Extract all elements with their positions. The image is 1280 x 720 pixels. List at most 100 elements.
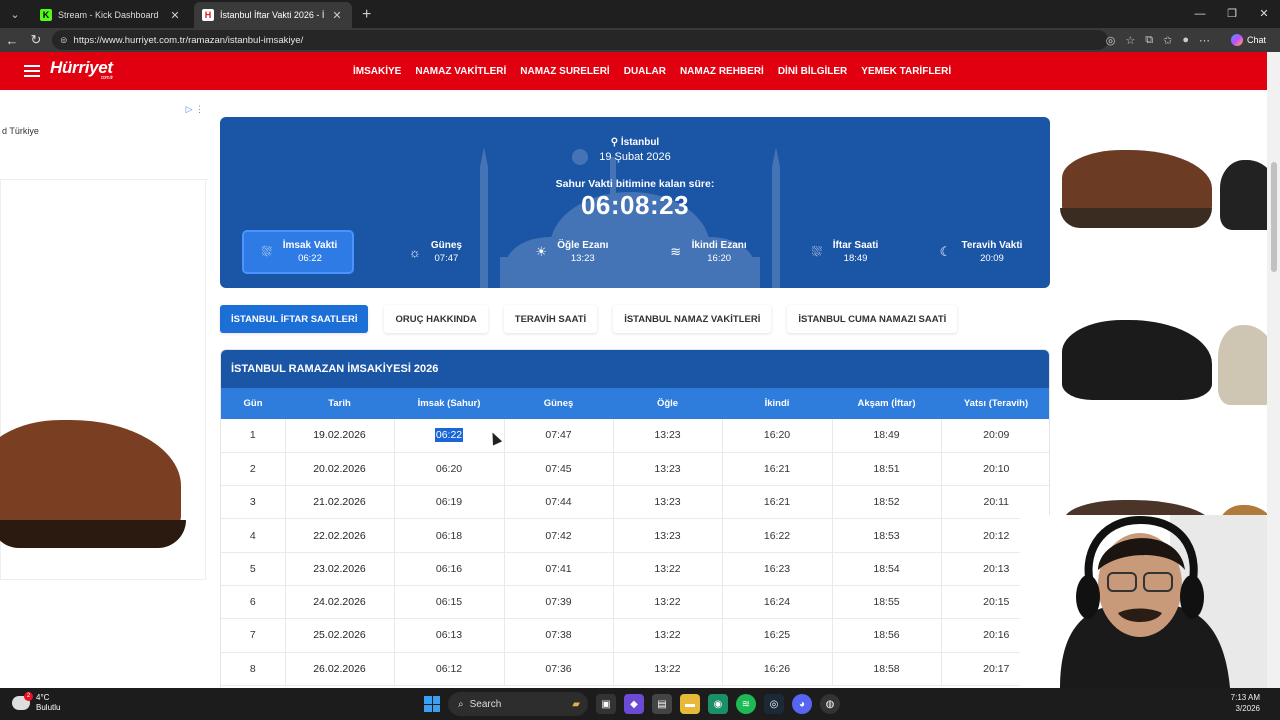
tab-iftar-saatleri[interactable]: İSTANBUL İFTAR SAATLERİ xyxy=(220,305,369,333)
discord-icon[interactable]: ◕ xyxy=(792,694,812,714)
table-row: 8 26.02.2026 06:12 07:36 13:22 16:26 18:58 20:1… xyxy=(221,652,1049,686)
prayer-time-ogle[interactable]: ☀ Öğle Ezanı 13:23 xyxy=(517,232,625,272)
hurriyet-logo[interactable]: Hürriyet com.tr xyxy=(50,59,113,81)
edge-icon[interactable]: ◉ xyxy=(708,694,728,714)
cell-ikindi: 16:22 xyxy=(722,518,833,553)
favorite-icon[interactable]: ☆ xyxy=(1125,34,1135,47)
restore-icon[interactable]: ❐ xyxy=(1216,0,1248,28)
nav-namaz-rehberi[interactable]: NAMAZ REHBERİ xyxy=(680,66,764,77)
prayer-time-imsak[interactable]: ⛆ İmsak Vakti 06:22 xyxy=(244,232,352,272)
cell-value: 19.02.2026 xyxy=(313,429,366,442)
cell-value: 06:12 xyxy=(435,662,463,675)
cell-gun: 7 xyxy=(221,618,286,653)
copilot-app-icon[interactable]: ◆ xyxy=(624,694,644,714)
nav-dini-bilgiler[interactable]: DİNİ BİLGİLER xyxy=(778,66,847,77)
tab-hurriyet[interactable]: H İstanbul İftar Vakti 2026 - İstanbul ✕ xyxy=(194,2,352,28)
scrollbar-thumb[interactable] xyxy=(1271,162,1277,272)
minimize-icon[interactable]: — xyxy=(1184,0,1216,28)
tab-namaz-vakitleri[interactable]: İSTANBUL NAMAZ VAKİTLERİ xyxy=(613,305,772,333)
sunrise-icon: ⛆ xyxy=(261,244,272,259)
prayer-name: İkindi Ezanı xyxy=(691,240,747,251)
copilot-chat-button[interactable]: Chat xyxy=(1225,31,1272,49)
cell-ikindi: 16:26 xyxy=(722,652,833,686)
cell-aksam: 18:54 xyxy=(832,552,942,586)
countdown-label: Sahur Vakti bitimine kalan süre: xyxy=(555,178,715,190)
profile-icon[interactable]: ● xyxy=(1182,34,1189,46)
tab-actions-menu-icon[interactable]: ⌄ xyxy=(2,2,28,26)
taskbar-search[interactable]: ⌕ Search ▰ xyxy=(448,692,588,716)
prayer-time-gunes[interactable]: ☼ Güneş 07:47 xyxy=(380,232,488,272)
refresh-icon[interactable]: ↻ xyxy=(24,32,48,48)
cell-value: 21.02.2026 xyxy=(313,496,366,509)
nav-namaz-sureleri[interactable]: NAMAZ SURELERİ xyxy=(520,66,609,77)
steam-icon[interactable]: ◎ xyxy=(764,694,784,714)
cell-imsak: 06:20 xyxy=(394,452,505,487)
chat-label: Chat xyxy=(1246,35,1266,45)
back-icon[interactable]: ← xyxy=(0,33,24,48)
cloud-icon: 2 xyxy=(12,692,33,710)
tab-kick-dashboard[interactable]: K Stream - Kick Dashboard ✕ xyxy=(32,2,190,28)
system-tray-clock[interactable]: 7:13 AM 3/2026 xyxy=(1231,692,1260,714)
nav-imsakiye[interactable]: İMSAKİYE xyxy=(353,66,401,77)
weather-widget[interactable]: 2 4°C Bulutlu xyxy=(12,692,60,713)
prayer-time-iftar[interactable]: ⛆ İftar Saati 18:49 xyxy=(790,232,898,272)
spotify-icon[interactable]: ≋ xyxy=(736,694,756,714)
prayer-time-teravih[interactable]: ☾ Teravih Vakti 20:09 xyxy=(926,232,1034,272)
site-info-icon[interactable]: ⊜ xyxy=(60,35,68,46)
task-view-icon[interactable]: ▣ xyxy=(596,694,616,714)
cell-value: 06:13 xyxy=(435,629,463,642)
close-window-icon[interactable]: ✕ xyxy=(1248,0,1280,28)
cell-value: 16:24 xyxy=(763,596,791,609)
nav-dualar[interactable]: DUALAR xyxy=(624,66,666,77)
url-field[interactable]: ⊜ https://www.hurriyet.com.tr/ramazan/is… xyxy=(52,30,1108,50)
cell-value: 26.02.2026 xyxy=(313,662,366,675)
kick-icon: K xyxy=(40,9,52,21)
location: ⚲ İstanbul xyxy=(220,137,1050,148)
tab-oruc-hakkinda[interactable]: ORUÇ HAKKINDA xyxy=(384,305,488,333)
nav-namaz-vakitleri[interactable]: NAMAZ VAKİTLERİ xyxy=(415,66,506,77)
col-header-gunes: Güneş xyxy=(504,388,613,419)
table-row: 1 19.02.2026 06:22 07:47 13:23 16:20 18:49 20:0… xyxy=(221,419,1049,453)
table-row: 3 21.02.2026 06:19 07:44 13:23 16:21 18:52 20:1… xyxy=(221,485,1049,520)
prayer-times-hero: ⚲ İstanbul 19 Şubat 2026 Sahur Vakti bit… xyxy=(220,117,1050,288)
nav-yemek-tarifleri[interactable]: YEMEK TARİFLERİ xyxy=(861,66,951,77)
extensions-icon[interactable]: ⧉ xyxy=(1145,34,1153,47)
table-title: İSTANBUL RAMAZAN İMSAKİYESİ 2026 xyxy=(221,350,1049,388)
cell-value: 20:12 xyxy=(983,529,1010,542)
obs-icon[interactable]: ◍ xyxy=(820,694,840,714)
page-scrollbar[interactable] xyxy=(1267,52,1280,688)
file-explorer-icon[interactable]: ▬ xyxy=(680,694,700,714)
windows-start-icon[interactable] xyxy=(424,696,440,712)
cell-tarih: 20.02.2026 xyxy=(285,452,395,487)
table-body: 1 19.02.2026 06:22 07:47 13:23 16:20 18:49 20:0… xyxy=(221,419,1049,686)
hamburger-menu-icon[interactable] xyxy=(24,65,40,77)
left-advertisement[interactable]: d Türkiye ▷ ⋮ xyxy=(0,100,208,582)
cell-value: 07:42 xyxy=(545,529,572,542)
cell-gun: 1 xyxy=(221,419,286,453)
more-icon[interactable]: ⋯ xyxy=(1199,34,1210,47)
prayer-time: 20:09 xyxy=(980,253,1004,264)
reader-icon[interactable]: ◎ xyxy=(1106,34,1116,47)
prayer-time-ikindi[interactable]: ≋ İkindi Ezanı 16:20 xyxy=(653,232,761,272)
site-header: Hürriyet com.tr İMSAKİYE NAMAZ VAKİTLERİ… xyxy=(0,52,1267,90)
cell-value: 20:15 xyxy=(983,596,1010,609)
adchoices-icon[interactable]: ▷ ⋮ xyxy=(186,104,204,115)
cell-value: 07:44 xyxy=(545,496,572,509)
new-tab-icon[interactable]: + xyxy=(362,6,371,24)
ad-banner: d Türkiye ▷ ⋮ xyxy=(0,100,208,180)
cell-imsak: 06:12 xyxy=(394,652,505,686)
search-highlight-icon: ▰ xyxy=(572,698,580,710)
close-icon[interactable]: ✕ xyxy=(330,9,344,22)
store-icon[interactable]: ▤ xyxy=(652,694,672,714)
close-icon[interactable]: ✕ xyxy=(168,9,182,22)
cell-yatsi: 20:11 xyxy=(941,485,1049,520)
prayer-time: 13:23 xyxy=(570,253,595,264)
cell-value: 16:21 xyxy=(763,462,791,475)
tab-cuma-namazi-saati[interactable]: İSTANBUL CUMA NAMAZI SAATİ xyxy=(787,305,958,333)
cell-value: 18:52 xyxy=(873,496,900,509)
cell-value: 18:51 xyxy=(873,462,900,475)
tab-teravih-saati[interactable]: TERAVİH SAATİ xyxy=(503,305,598,333)
favorites-bar-icon[interactable]: ✩ xyxy=(1163,34,1172,47)
table-row: 5 23.02.2026 06:16 07:41 13:22 16:23 18:54 20:1… xyxy=(221,552,1049,586)
cell-value: 6 xyxy=(249,596,256,609)
